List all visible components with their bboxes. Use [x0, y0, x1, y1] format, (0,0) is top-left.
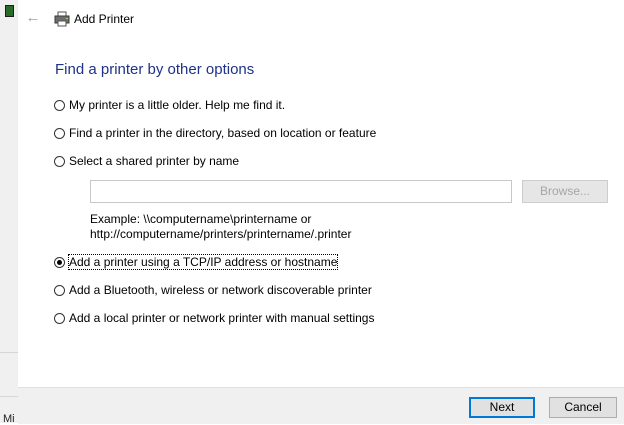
option-label: Add a printer using a TCP/IP address or …	[67, 254, 339, 270]
dialog-header: ← Add Printer	[18, 0, 624, 38]
background-text: Mi	[3, 413, 15, 425]
option-label: My printer is a little older. Help me fi…	[69, 98, 286, 112]
shared-printer-name-input[interactable]	[90, 180, 512, 203]
page-title: Find a printer by other options	[55, 61, 255, 78]
example-text: Example: \\computername\printername or h…	[90, 212, 351, 242]
background-app-icon	[5, 5, 14, 17]
divider	[0, 352, 18, 353]
example-line: http://computername/printers/printername…	[90, 227, 352, 241]
example-line: Example: \\computername\printername or	[90, 212, 312, 226]
radio-button[interactable]	[54, 312, 65, 324]
radio-button-selected[interactable]	[54, 256, 65, 268]
dialog-footer: Next Cancel	[18, 387, 624, 424]
back-arrow-icon[interactable]: ←	[25, 10, 41, 26]
option-label: Add a Bluetooth, wireless or network dis…	[69, 283, 372, 297]
option-directory-search[interactable]: Find a printer in the directory, based o…	[54, 125, 376, 141]
cancel-button[interactable]: Cancel	[549, 397, 617, 418]
divider	[0, 396, 18, 397]
option-tcpip-address[interactable]: Add a printer using a TCP/IP address or …	[54, 254, 339, 270]
option-older-printer[interactable]: My printer is a little older. Help me fi…	[54, 97, 285, 113]
radio-button[interactable]	[54, 155, 65, 167]
radio-button[interactable]	[54, 284, 65, 296]
window-title: Add Printer	[74, 12, 135, 26]
option-label: Add a local printer or network printer w…	[69, 311, 375, 325]
option-local-printer[interactable]: Add a local printer or network printer w…	[54, 310, 374, 326]
printer-icon	[54, 11, 70, 27]
option-bluetooth-wireless[interactable]: Add a Bluetooth, wireless or network dis…	[54, 282, 372, 298]
option-label: Select a shared printer by name	[69, 154, 240, 168]
add-printer-dialog: ← Add Printer Find a printer by other op…	[18, 0, 624, 424]
option-label: Find a printer in the directory, based o…	[69, 126, 377, 140]
option-shared-printer-by-name[interactable]: Select a shared printer by name	[54, 153, 239, 169]
radio-button[interactable]	[54, 127, 65, 139]
background-window-strip: Mi	[0, 0, 18, 425]
next-button[interactable]: Next	[469, 397, 535, 418]
browse-button[interactable]: Browse...	[522, 180, 608, 203]
radio-button[interactable]	[54, 99, 65, 111]
